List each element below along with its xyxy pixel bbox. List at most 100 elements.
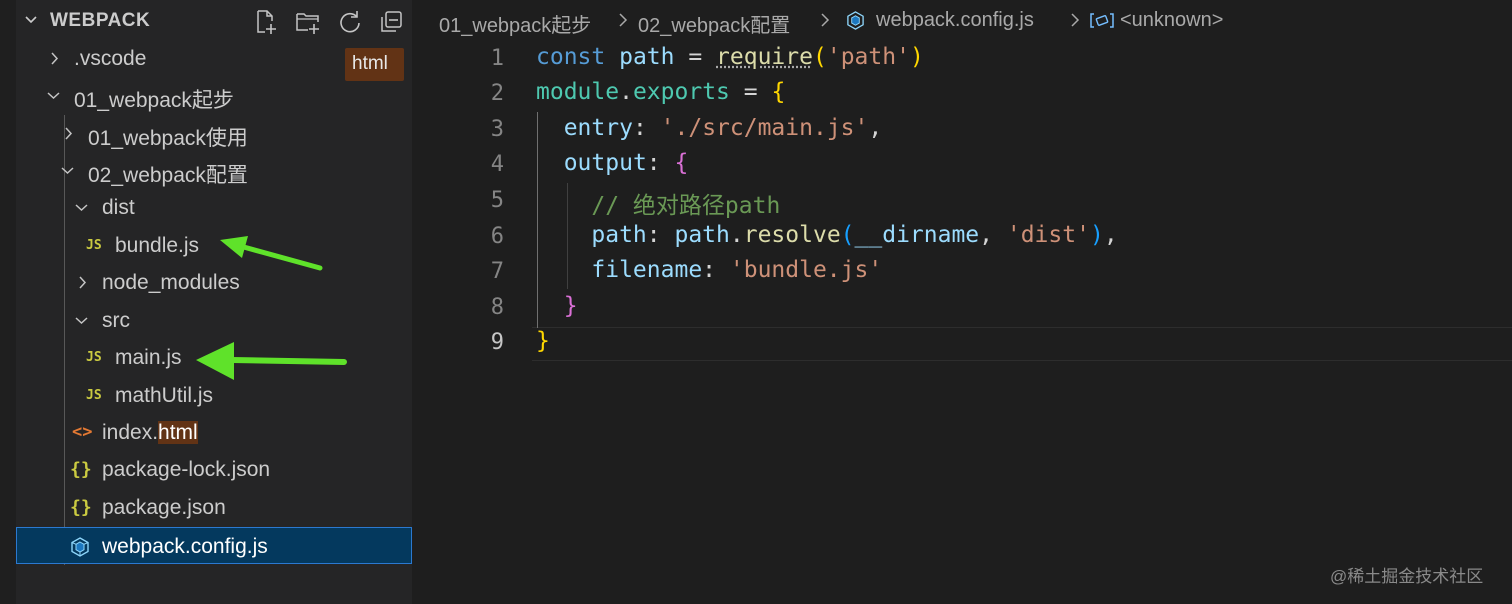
code-line-8: } — [536, 293, 578, 319]
tree-item-01-webpack-use[interactable]: 01_webpack使用 — [16, 115, 412, 152]
chevron-down-icon — [61, 167, 74, 175]
code-editor[interactable]: 1 2 3 4 5 6 7 8 9 const path = require('… — [412, 40, 1512, 604]
token-punctuation: : — [702, 257, 730, 283]
chevron-down-icon[interactable] — [24, 13, 38, 27]
tree-item-label: 01_webpack起步 — [74, 89, 234, 112]
breadcrumb-folder-01[interactable]: 01_webpack起步 — [439, 9, 591, 38]
explorer-title: WEBPACK — [50, 10, 151, 31]
breadcrumb-symbol[interactable]: <unknown> — [1120, 9, 1223, 32]
tree-item-index-html[interactable]: <> index.html — [16, 414, 412, 451]
code-line-7: filename: 'bundle.js' — [536, 257, 882, 283]
line-number: 2 — [490, 81, 504, 106]
token-punctuation: . — [619, 79, 633, 105]
token-string: './src/main.js' — [660, 115, 869, 141]
tree-item-label: mathUtil.js — [115, 384, 214, 407]
tree-item-dist[interactable]: dist — [16, 189, 412, 226]
line-number: 4 — [490, 152, 504, 177]
token-function: resolve — [743, 222, 841, 248]
tree-item-label: index.html — [102, 421, 198, 445]
tree-item-src[interactable]: src — [16, 302, 412, 339]
token-string: 'dist' — [1006, 222, 1090, 248]
explorer-sidebar: WEBPACK html .vscode 01_webpack起步 01_web… — [0, 0, 412, 604]
new-file-icon[interactable] — [252, 8, 280, 36]
green-arrow-annotation — [196, 342, 347, 380]
html-file-icon: <> — [72, 422, 93, 442]
tree-item-webpack-config-js[interactable]: webpack.config.js — [16, 527, 412, 564]
chevron-right-icon — [65, 127, 73, 140]
token-punctuation: , — [868, 115, 883, 141]
token-variable: path — [619, 44, 675, 70]
token-string: 'path' — [826, 44, 910, 70]
tree-item-label: package.json — [102, 496, 226, 519]
tree-item-label: src — [102, 309, 130, 332]
token-punctuation: . — [729, 222, 744, 248]
token-bracket: { — [771, 79, 786, 105]
tree-item-package-json[interactable]: {} package.json — [16, 489, 412, 526]
token-property: filename — [591, 257, 703, 283]
token-bracket: } — [563, 293, 578, 319]
line-number: 8 — [490, 295, 504, 320]
token-bracket: } — [536, 328, 550, 354]
tree-item-label: webpack.config.js — [102, 535, 268, 558]
token-operator: = — [729, 79, 772, 105]
token-punctuation: : — [646, 150, 675, 176]
new-folder-icon[interactable] — [294, 8, 322, 36]
token-string: 'bundle.js' — [729, 257, 883, 283]
tree-item-label: .vscode — [74, 47, 147, 70]
json-file-icon: {} — [70, 497, 92, 518]
line-number-active: 9 — [490, 330, 504, 355]
line-number: 5 — [490, 188, 504, 213]
tree-item-label: 01_webpack使用 — [88, 127, 248, 150]
tree-item-label: 02_webpack配置 — [88, 164, 248, 187]
refresh-icon[interactable] — [336, 8, 364, 36]
breadcrumb-file[interactable]: webpack.config.js — [876, 9, 1034, 32]
code-line-2: module.exports = { — [536, 79, 785, 105]
chevron-down-icon — [75, 317, 88, 325]
chevron-down-icon — [75, 204, 88, 212]
chevron-down-icon — [47, 92, 60, 100]
webpack-icon — [71, 537, 89, 557]
code-line-4: output: { — [536, 150, 689, 176]
line-number: 1 — [490, 46, 504, 71]
token-bracket: ( — [812, 44, 827, 70]
code-line-3: entry: './src/main.js', — [536, 115, 883, 141]
token-function: require — [716, 44, 813, 70]
token-property: exports — [632, 79, 730, 105]
token-punctuation: , — [1103, 222, 1118, 248]
chevron-right-icon — [821, 13, 830, 27]
chevron-right-icon — [51, 52, 59, 65]
tree-item-package-lock-json[interactable]: {} package-lock.json — [16, 451, 412, 488]
tree-item-02-webpack-config[interactable]: 02_webpack配置 — [16, 152, 412, 189]
breadcrumb: 01_webpack起步 02_webpack配置 webpack.config… — [412, 0, 1512, 40]
token-property: path — [591, 222, 647, 248]
chevron-right-icon — [1071, 13, 1080, 27]
breadcrumb-folder-02[interactable]: 02_webpack配置 — [638, 9, 790, 38]
tree-item-01-webpack-start[interactable]: 01_webpack起步 — [16, 77, 412, 114]
code-line-5: // 绝对路径path — [536, 186, 780, 220]
token-bracket: ) — [1089, 222, 1104, 248]
sidebar-edge — [0, 0, 16, 604]
explorer-header[interactable]: WEBPACK — [16, 0, 412, 42]
token-variable: __dirname — [854, 222, 980, 248]
js-file-icon: JS — [86, 388, 102, 403]
current-line-highlight — [532, 327, 1512, 361]
tree-item-label: bundle.js — [115, 234, 200, 257]
token-bracket: { — [674, 150, 689, 176]
line-number: 3 — [490, 117, 504, 142]
code-line-9: } — [536, 328, 550, 354]
watermark: @稀土掘金技术社区 — [1330, 567, 1484, 586]
token-bracket: ) — [909, 44, 924, 70]
token-punctuation: , — [979, 222, 1007, 248]
token-comment: // 绝对路径path — [591, 193, 781, 219]
token-punctuation: : — [632, 115, 661, 141]
webpack-icon — [847, 11, 864, 30]
token-operator: = — [674, 44, 717, 70]
label-prefix: index. — [102, 421, 159, 444]
token-property: output — [563, 150, 647, 176]
collapse-all-icon[interactable] — [378, 8, 406, 36]
tree-item-label: dist — [102, 196, 135, 219]
tree-item-vscode[interactable]: .vscode — [16, 40, 412, 77]
js-file-icon: JS — [86, 238, 102, 253]
symbol-variable-icon — [1090, 13, 1114, 28]
tree-item-label: package-lock.json — [102, 458, 271, 481]
